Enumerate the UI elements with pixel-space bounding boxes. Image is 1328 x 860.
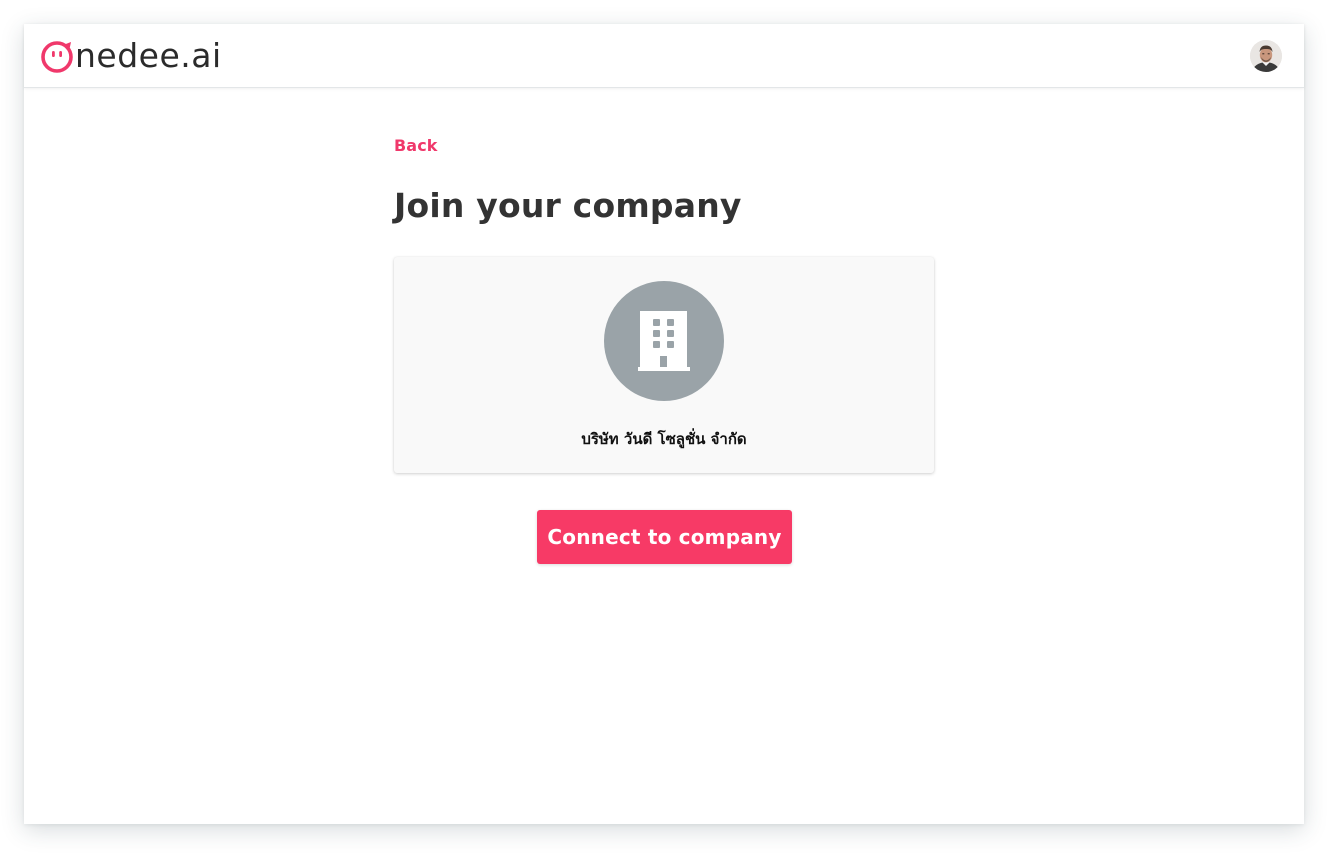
- back-link[interactable]: Back: [394, 136, 438, 155]
- connect-to-company-button[interactable]: Connect to company: [537, 510, 792, 564]
- company-card[interactable]: บริษัท วันดี โซลูชั่น จำกัด: [394, 257, 934, 473]
- building-icon: [638, 311, 690, 371]
- logo-text: nedee.ai: [75, 36, 222, 75]
- top-navbar: nedee.ai: [24, 24, 1304, 88]
- company-logo: [604, 281, 724, 401]
- user-avatar-icon: [1250, 40, 1282, 72]
- app-window: nedee.ai Back Join your company บริษัท ว…: [24, 24, 1304, 824]
- page-title: Join your company: [394, 186, 742, 225]
- onedee-face-logo-icon: [41, 41, 73, 73]
- onedee-logo[interactable]: nedee.ai: [40, 38, 222, 74]
- company-name: บริษัท วันดี โซลูชั่น จำกัด: [581, 430, 747, 448]
- user-avatar[interactable]: [1250, 40, 1282, 72]
